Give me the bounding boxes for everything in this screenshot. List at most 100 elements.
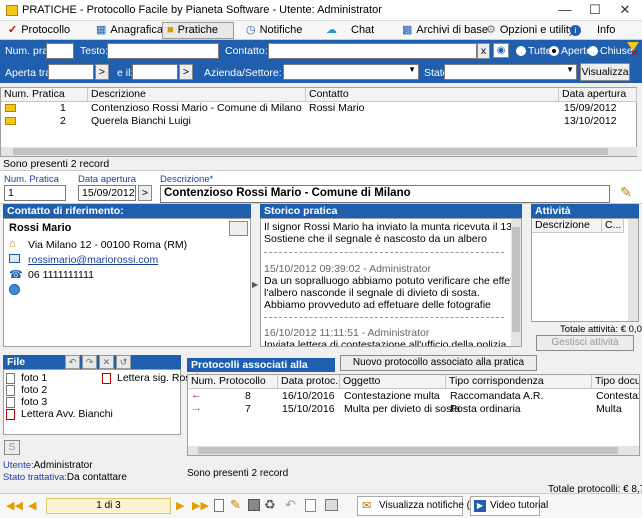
page-text: 1 di 3 xyxy=(96,500,121,511)
menu-archivi[interactable]: ▩ Archivi di base xyxy=(398,22,492,39)
descrizione-field[interactable]: Contenzioso Rossi Mario - Comune di Mila… xyxy=(160,185,610,203)
testo-input[interactable] xyxy=(107,43,219,59)
pratiche-table: Num. Pratica Descrizione Contatto Data a… xyxy=(0,87,637,157)
contatto-input[interactable] xyxy=(268,43,477,59)
menu-pratiche[interactable]: ■ Pratiche xyxy=(162,22,234,39)
scrollbar-thumb[interactable] xyxy=(512,227,520,332)
menu-notifiche[interactable]: ◷ Notifiche xyxy=(242,22,306,39)
last-page-icon[interactable]: ▶▶ xyxy=(192,499,209,512)
binoculars-icon[interactable]: ◉ xyxy=(493,43,509,58)
cell-data: 13/10/2012 xyxy=(564,115,617,127)
trash-icon[interactable]: ♻ xyxy=(264,497,276,513)
broom-icon[interactable]: ✎ xyxy=(617,183,635,201)
table-row[interactable]: ← 8 16/10/2016 Contestazione multa Racco… xyxy=(188,389,639,403)
file-name: Lettera Avv. Bianchi xyxy=(21,408,113,420)
stato-select[interactable]: ▼ xyxy=(444,64,577,80)
contact-card-icon[interactable] xyxy=(229,221,248,236)
num-prat-input[interactable] xyxy=(46,43,74,59)
date-to-button[interactable]: > xyxy=(179,64,193,80)
cell-num: 2 xyxy=(60,115,66,127)
col-header-num-protocollo[interactable]: Num. Protocollo xyxy=(188,375,278,389)
protocollo-icon: ✓ xyxy=(8,24,18,36)
redo-icon[interactable]: ↷ xyxy=(82,355,97,369)
storico-scrollbar[interactable] xyxy=(511,219,521,346)
visualizza-notifiche-button[interactable]: ✉ Visualizza notifiche (1) xyxy=(357,496,479,516)
col-header-contatto[interactable]: Contatto xyxy=(306,88,559,102)
first-page-icon[interactable]: ◀◀ xyxy=(6,499,23,512)
menu-protocollo[interactable]: ✓ Protocollo xyxy=(4,22,74,39)
horizontal-scrollbar[interactable] xyxy=(1,147,637,156)
attivita-panel: Descrizione C... xyxy=(531,218,639,322)
menu-label: Info xyxy=(597,24,616,36)
date-to-input[interactable] xyxy=(132,64,178,80)
s-button[interactable]: S xyxy=(4,440,20,455)
minimize-button[interactable]: — xyxy=(550,0,580,21)
menu-opzioni[interactable]: ⚙ Opzioni e utility xyxy=(482,22,578,39)
new-document-icon[interactable] xyxy=(214,499,224,512)
date-from-input[interactable] xyxy=(48,64,94,80)
table-row[interactable]: 2 Querela Bianchi Luigi 13/10/2012 xyxy=(1,115,637,128)
utente-value: Administrator xyxy=(33,460,93,471)
col-header-descrizione[interactable]: Descrizione xyxy=(88,88,306,102)
data-apertura-field[interactable]: 15/09/2012 xyxy=(78,185,136,201)
col-header-tipo-documento[interactable]: Tipo docum xyxy=(592,375,639,389)
scrollbar-thumb[interactable] xyxy=(13,148,608,155)
nuovo-protocollo-button[interactable]: Nuovo protocollo associato alla pratica xyxy=(340,355,537,371)
close-window-button[interactable]: ✕ xyxy=(610,0,640,21)
attach-icon[interactable]: ↺ xyxy=(116,355,131,369)
next-page-icon[interactable]: ▶ xyxy=(176,499,184,512)
detail-strip: Num. Pratica 1 Data apertura 15/09/2012 … xyxy=(0,170,642,204)
delete-icon[interactable]: ✕ xyxy=(99,355,114,369)
azienda-select[interactable]: ▼ xyxy=(283,64,419,80)
data-apertura-button[interactable]: > xyxy=(138,185,152,201)
col-header-data-protocollo[interactable]: Data protoc... xyxy=(278,375,340,389)
table-row[interactable]: 1 Contenzioso Rossi Mario - Comune di Mi… xyxy=(1,102,637,115)
radio-tutte[interactable] xyxy=(516,46,526,56)
table-row[interactable]: → 7 15/10/2016 Multa per divieto di sost… xyxy=(188,402,639,416)
date-from-button[interactable]: > xyxy=(95,64,109,80)
menu-chat[interactable]: ☁ Chat xyxy=(322,22,378,39)
save-icon[interactable] xyxy=(248,499,260,511)
col-header-data[interactable]: Data apertura xyxy=(559,88,637,102)
incoming-arrow-icon: ← xyxy=(191,389,202,401)
edit-icon[interactable]: ✎ xyxy=(230,497,241,513)
collapse-contatto-icon[interactable]: ▶ xyxy=(252,280,258,289)
num-pratica-field[interactable]: 1 xyxy=(4,185,66,201)
contatto-name: Rossi Mario xyxy=(9,222,72,234)
menu-anagrafica[interactable]: ▦ Anagrafica xyxy=(92,22,167,39)
attivita-col-descrizione[interactable]: Descrizione xyxy=(532,219,602,233)
attivita-col-costo[interactable]: C... xyxy=(602,219,624,233)
menu-label: Archivi di base xyxy=(416,24,488,36)
testo-label: Testo: xyxy=(80,45,109,57)
copy-icon[interactable] xyxy=(305,499,316,512)
menu-info[interactable]: i Info xyxy=(566,22,619,39)
undo-action-icon[interactable]: ↶ xyxy=(285,497,296,513)
record-count: Sono presenti 2 record xyxy=(3,158,110,170)
clear-contatto-button[interactable]: x xyxy=(477,43,490,59)
menu-label: Anagrafica xyxy=(110,24,163,36)
list-item[interactable]: Lettera Avv. Bianchi xyxy=(6,408,113,421)
list-item[interactable]: Lettera sig. Rossi xyxy=(102,372,198,385)
scrollbar-thumb[interactable] xyxy=(198,447,618,454)
radio-aperte[interactable] xyxy=(549,46,559,56)
folder-icon xyxy=(5,117,16,125)
separator xyxy=(264,317,504,318)
image-file-icon xyxy=(6,385,15,396)
prev-page-icon[interactable]: ◀ xyxy=(28,499,36,512)
visualizza-button[interactable]: Visualizza xyxy=(580,63,630,81)
gestisci-attivita-button[interactable]: Gestisci attività xyxy=(536,335,634,351)
attivita-scrollbar[interactable] xyxy=(628,219,638,321)
radio-chiuse[interactable] xyxy=(588,46,598,56)
col-header-num[interactable]: Num. Pratica xyxy=(1,88,88,102)
col-header-oggetto[interactable]: Oggetto xyxy=(340,375,446,389)
video-tutorial-button[interactable]: ▶ Video tutorial xyxy=(470,496,548,516)
print-icon[interactable] xyxy=(325,499,338,511)
cell-tipo: Raccomandata A.R. xyxy=(450,390,544,402)
contatto-email[interactable]: rossimario@mariorossi.com xyxy=(28,254,158,266)
horizontal-scrollbar[interactable] xyxy=(188,446,639,455)
maximize-button[interactable]: ☐ xyxy=(580,0,610,21)
cell-doc: Contestazio xyxy=(596,390,639,402)
undo-icon[interactable]: ↶ xyxy=(65,355,80,369)
col-header-tipo-corrispondenza[interactable]: Tipo corrispondenza xyxy=(446,375,592,389)
info-icon: i xyxy=(570,25,581,36)
